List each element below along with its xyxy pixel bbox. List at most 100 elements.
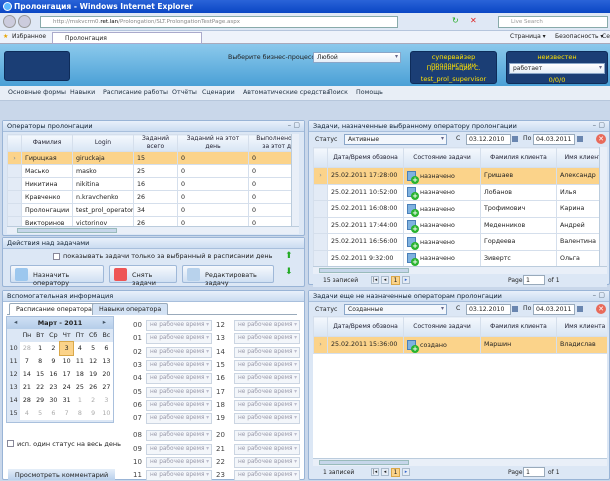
calendar-day[interactable]: 20 <box>99 368 113 381</box>
prev-page-icon[interactable]: ◂ <box>381 276 389 284</box>
calendar-day[interactable]: 14 <box>20 368 34 381</box>
hour-status-select[interactable]: не рабочее время <box>146 346 212 358</box>
calendar-day[interactable]: 27 <box>99 381 113 394</box>
calendar-day[interactable]: 2 <box>46 342 60 355</box>
calendar-day[interactable]: 11 <box>73 355 87 368</box>
window-controls-icon[interactable]: – ▢ <box>593 291 605 299</box>
calendar-day[interactable]: 1 <box>33 342 47 355</box>
calendar-day[interactable]: 18 <box>73 368 87 381</box>
calendar-day[interactable]: 9 <box>46 355 60 368</box>
calendar-day[interactable]: 4 <box>73 342 87 355</box>
calendar-icon[interactable] <box>577 306 583 312</box>
operator-row[interactable]: Пролонгации test_prol_operator 34 0 0 <box>7 203 299 217</box>
menu-search[interactable]: Поиск <box>328 89 348 96</box>
task-row[interactable]: 25.02.2011 9:32:00 назначено Зивертс Оль… <box>313 249 599 266</box>
hour-status-select[interactable]: не рабочее время <box>146 470 212 481</box>
hour-status-select[interactable]: не рабочее время <box>234 443 300 455</box>
vertical-scrollbar[interactable] <box>291 134 299 226</box>
hour-status-select[interactable]: не рабочее время <box>146 430 212 442</box>
next-page-icon[interactable]: ▸ <box>402 276 410 284</box>
calendar-day[interactable]: 28 <box>20 394 34 407</box>
calendar-day[interactable]: 9 <box>86 407 100 420</box>
window-controls-icon[interactable]: – ▢ <box>288 121 300 129</box>
calendar-icon[interactable] <box>512 136 518 142</box>
status-select[interactable]: работает <box>509 63 605 74</box>
col-call-datetime[interactable]: Дата/Время обзвона <box>327 147 404 168</box>
calendar-day[interactable]: 31 <box>60 394 74 407</box>
hour-status-select[interactable]: не рабочее время <box>234 333 300 345</box>
calendar-day[interactable]: 1 <box>73 394 87 407</box>
calendar-day[interactable]: 10 <box>60 355 74 368</box>
stop-icon[interactable]: ✕ <box>470 16 477 25</box>
calendar-day[interactable]: 28 <box>20 342 34 355</box>
hour-status-select[interactable]: не рабочее время <box>234 320 300 331</box>
hour-status-select[interactable]: не рабочее время <box>234 470 300 481</box>
calendar-day[interactable]: 8 <box>73 407 87 420</box>
bp-select[interactable]: Любой <box>313 52 401 63</box>
window-controls-icon[interactable]: – ▢ <box>593 121 605 129</box>
calendar-day[interactable]: 29 <box>33 394 47 407</box>
status-filter-select[interactable]: Активные <box>344 134 447 145</box>
security-menu[interactable]: Безопасность ▾ <box>555 33 603 40</box>
calendar-day[interactable]: 6 <box>46 407 60 420</box>
calendar-day[interactable]: 6 <box>99 342 113 355</box>
calendar-day[interactable]: 10 <box>99 407 113 420</box>
tab-operator-schedule[interactable]: Расписание оператора <box>9 303 99 315</box>
to-date-input[interactable]: 04.03.2011 <box>533 304 575 315</box>
calendar-day[interactable]: 5 <box>33 407 47 420</box>
calendar-day[interactable]: 26 <box>86 381 100 394</box>
col-client-lastname[interactable]: Фамилия клиента <box>480 316 557 337</box>
menu-skills[interactable]: Навыки <box>70 89 95 96</box>
one-status-checkbox[interactable] <box>7 440 14 447</box>
calendar-day[interactable]: 3 <box>58 341 75 356</box>
status-filter-select[interactable]: Созданные <box>344 304 447 315</box>
from-date-input[interactable]: 03.12.2010 <box>466 134 511 145</box>
calendar-icon[interactable] <box>577 136 583 142</box>
page-input[interactable]: 1 <box>523 467 545 477</box>
favorites-button[interactable]: Избранное <box>12 33 46 40</box>
hour-status-select[interactable]: не рабочее время <box>234 399 300 411</box>
menu-main-forms[interactable]: Основные формы <box>8 89 66 96</box>
hour-status-select[interactable]: не рабочее время <box>146 320 212 331</box>
menu-schedule[interactable]: Расписание работы <box>103 89 168 96</box>
calendar-day[interactable]: 15 <box>33 368 47 381</box>
tab-operator-skills[interactable]: Навыки оператора <box>92 303 169 315</box>
horizontal-scrollbar[interactable] <box>313 266 607 274</box>
search-input[interactable]: Live Search <box>498 16 608 28</box>
calendar-day[interactable]: 8 <box>33 355 47 368</box>
calendar-day[interactable]: 3 <box>99 394 113 407</box>
first-page-icon[interactable]: |◂ <box>371 276 379 284</box>
prev-month-icon[interactable]: ◂ <box>14 318 17 326</box>
hour-status-select[interactable]: не рабочее время <box>146 443 212 455</box>
calendar-day[interactable]: 23 <box>46 381 60 394</box>
clear-filter-icon[interactable]: ✕ <box>596 304 606 314</box>
task-row[interactable]: 25.02.2011 16:56:00 назначено Гордеева В… <box>313 233 599 251</box>
calendar-day[interactable]: 13 <box>99 355 113 368</box>
day-only-checkbox[interactable] <box>53 253 60 260</box>
hour-status-select[interactable]: не рабочее время <box>234 359 300 371</box>
hour-status-select[interactable]: не рабочее время <box>146 399 212 411</box>
page-number-button[interactable]: 1 <box>391 276 400 285</box>
task-row[interactable]: 25.02.2011 16:08:00 назначено Трофимович… <box>313 200 599 218</box>
calendar-day[interactable]: 21 <box>20 381 34 394</box>
menu-auto-tools[interactable]: Автоматические средства <box>243 89 330 96</box>
arrow-up-icon[interactable]: ⬆ <box>285 251 293 261</box>
calendar-icon[interactable] <box>512 306 518 312</box>
task-row[interactable]: › 25.02.2011 17:28:00 назначено Гришаев … <box>313 167 599 185</box>
next-page-icon[interactable]: ▸ <box>402 468 410 476</box>
calendar-day[interactable]: 7 <box>20 355 34 368</box>
menu-scenarios[interactable]: Сценарии <box>202 89 235 96</box>
col-client-firstname[interactable]: Имя клиента <box>556 316 607 337</box>
assign-operator-button[interactable]: Назначить оператору <box>10 265 104 287</box>
view-comment-button[interactable]: Просмотреть комментарий <box>8 469 115 480</box>
menu-help[interactable]: Помощь <box>356 89 383 96</box>
arrow-down-icon[interactable]: ⬇ <box>285 267 293 277</box>
task-row[interactable]: › 25.02.2011 15:36:00 создано Маршин Вла… <box>313 336 607 354</box>
menu-reports[interactable]: Отчёты <box>172 89 197 96</box>
calendar-day[interactable]: 17 <box>60 368 74 381</box>
col-task-state[interactable]: Состояние задачи <box>403 147 481 168</box>
calendar-day[interactable]: 30 <box>46 394 60 407</box>
operator-row[interactable]: › Гирuцкая giruckaja 15 0 0 <box>7 151 299 165</box>
refresh-icon[interactable]: ↻ <box>452 16 459 25</box>
tools-menu[interactable]: Се <box>602 33 610 40</box>
